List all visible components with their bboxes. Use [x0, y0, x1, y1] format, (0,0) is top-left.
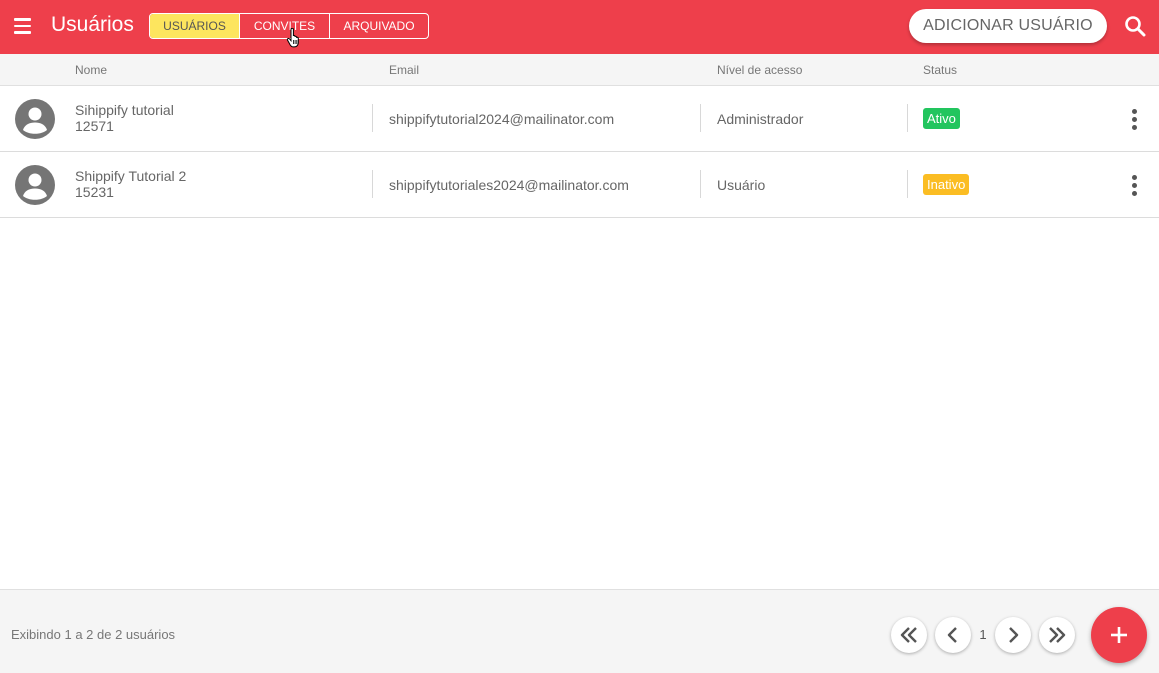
column-header-access: Nível de acesso — [717, 63, 803, 77]
next-page-button[interactable] — [995, 617, 1031, 653]
user-access-level: Administrador — [717, 111, 804, 127]
user-access-level: Usuário — [717, 177, 766, 193]
last-page-button[interactable] — [1039, 617, 1075, 653]
avatar-icon — [15, 165, 55, 205]
user-email: shippifytutoriales2024@mailinator.com — [389, 177, 629, 193]
first-page-button[interactable] — [891, 617, 927, 653]
pagination-info: Exibindo 1 a 2 de 2 usuários — [11, 627, 176, 642]
double-chevron-left-icon — [900, 627, 917, 643]
column-header-email: Email — [389, 63, 420, 77]
more-options-icon[interactable] — [1124, 106, 1146, 132]
previous-page-button[interactable] — [935, 617, 971, 653]
chevron-right-icon — [1009, 627, 1019, 643]
hamburger-menu-icon[interactable] — [12, 15, 34, 37]
more-options-icon[interactable] — [1124, 172, 1146, 198]
tab-arquivado[interactable]: ARQUIVADO — [330, 14, 428, 38]
tab-convites[interactable]: CONVITES — [240, 14, 330, 38]
column-divider — [700, 104, 701, 132]
search-icon[interactable] — [1122, 13, 1148, 39]
user-name: Shippify Tutorial 2 — [75, 168, 187, 184]
column-divider — [907, 170, 908, 198]
user-email: shippifytutorial2024@mailinator.com — [389, 111, 615, 127]
table-footer: Exibindo 1 a 2 de 2 usuários 1 — [0, 589, 1159, 673]
add-user-button[interactable]: ADICIONAR USUÁRIO — [909, 9, 1107, 43]
column-divider — [700, 170, 701, 198]
status-badge: Inativo — [923, 174, 970, 195]
current-page-number: 1 — [979, 627, 987, 642]
user-name: Sihippify tutorial — [75, 102, 174, 118]
page-title: Usuários — [51, 13, 134, 36]
column-divider — [907, 104, 908, 132]
user-name-cell: Sihippify tutorial 12571 — [75, 102, 174, 134]
user-name-cell: Shippify Tutorial 2 15231 — [75, 168, 186, 200]
status-badge: Ativo — [923, 108, 960, 129]
column-divider — [372, 170, 373, 198]
hand-pointer-cursor-icon — [286, 27, 302, 48]
add-fab-button[interactable] — [1091, 607, 1147, 663]
plus-icon — [1111, 627, 1127, 643]
double-chevron-right-icon — [1049, 627, 1066, 643]
user-id: 15231 — [75, 184, 114, 200]
chevron-left-icon — [947, 627, 957, 643]
column-header-name: Nome — [75, 63, 108, 77]
table-row[interactable]: Shippify Tutorial 2 15231 shippifytutori… — [0, 152, 1159, 218]
column-divider — [372, 104, 373, 132]
app-header: Usuários USUÁRIOS CONVITES ARQUIVADO ADI… — [0, 0, 1159, 54]
tab-usuarios[interactable]: USUÁRIOS — [150, 14, 240, 38]
column-header-status: Status — [923, 63, 958, 77]
table-row[interactable]: Sihippify tutorial 12571 shippifytutoria… — [0, 86, 1159, 152]
table-header: Nome Email Nível de acesso Status — [0, 54, 1159, 86]
user-id: 12571 — [75, 118, 114, 134]
avatar-icon — [15, 99, 55, 139]
